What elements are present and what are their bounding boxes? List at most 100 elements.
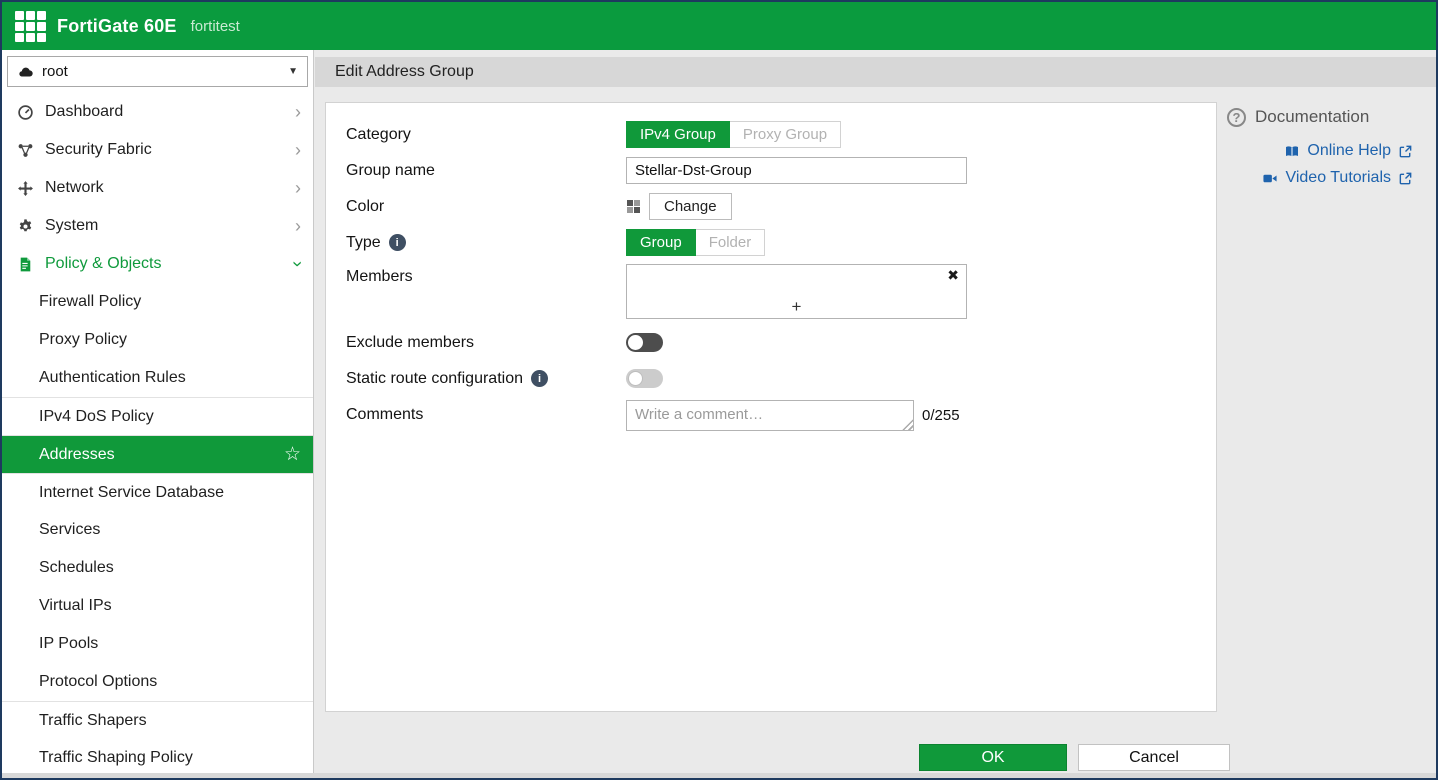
type-option-group[interactable]: Group (626, 229, 696, 256)
online-help-label: Online Help (1307, 142, 1391, 160)
sidebar-item-internet-service-database[interactable]: Internet Service Database (2, 473, 313, 511)
color-change-button[interactable]: Change (649, 193, 732, 220)
exclude-members-row: Exclude members (346, 328, 1216, 357)
type-option-folder[interactable]: Folder (696, 229, 766, 256)
documentation-panel: ? Documentation Online Help Video Tutori… (1227, 107, 1413, 187)
sidebar-item-ipv4-dos-policy[interactable]: IPv4 DoS Policy (2, 397, 313, 435)
sidebar: root ▼ Dashboard › Security Fabric › Net… (2, 50, 314, 778)
product-title: FortiGate 60E (57, 16, 177, 37)
sidebar-item-label: Authentication Rules (39, 369, 186, 387)
sidebar-item-network[interactable]: Network › (2, 169, 313, 207)
page-title-text: Edit Address Group (335, 63, 474, 81)
sidebar-item-policy-objects[interactable]: Policy & Objects › (2, 245, 313, 283)
sidebar-item-label: Policy & Objects (45, 255, 161, 273)
comments-counter: 0/255 (922, 407, 960, 424)
group-name-input[interactable] (626, 157, 967, 184)
book-icon (1284, 144, 1300, 159)
sidebar-item-label: Addresses (39, 446, 115, 464)
info-icon: i (531, 370, 548, 387)
sidebar-item-authentication-rules[interactable]: Authentication Rules (2, 359, 313, 397)
video-tutorials-label: Video Tutorials (1285, 169, 1391, 187)
hostname-label: fortitest (191, 18, 240, 35)
bottom-scrollbar-track[interactable] (2, 773, 1436, 778)
video-camera-icon (1262, 171, 1278, 186)
favorite-star-icon[interactable]: ☆ (284, 443, 301, 466)
vdom-selector[interactable]: root ▼ (7, 56, 308, 87)
chevron-right-icon: › (295, 179, 301, 197)
sidebar-item-virtual-ips[interactable]: Virtual IPs (2, 587, 313, 625)
static-route-toggle[interactable] (626, 369, 663, 388)
category-segment: IPv4 Group Proxy Group (626, 121, 841, 148)
group-name-label: Group name (346, 162, 626, 180)
static-route-row: Static route configuration i (346, 364, 1216, 393)
sidebar-item-label: Protocol Options (39, 673, 157, 691)
ok-button[interactable]: OK (919, 744, 1067, 771)
external-link-icon (1398, 144, 1413, 159)
exclude-members-label: Exclude members (346, 334, 626, 352)
policy-objects-icon (15, 256, 36, 273)
toggle-knob (628, 335, 643, 350)
sidebar-item-label: Network (45, 179, 104, 197)
online-help-link[interactable]: Online Help (1227, 142, 1413, 160)
dashboard-icon (15, 104, 36, 121)
external-link-icon (1398, 171, 1413, 186)
sidebar-item-label: Dashboard (45, 103, 123, 121)
sidebar-item-label: Virtual IPs (39, 597, 112, 615)
color-label: Color (346, 198, 626, 216)
clear-members-icon[interactable]: ✖ (947, 267, 959, 284)
video-tutorials-link[interactable]: Video Tutorials (1227, 169, 1413, 187)
sidebar-item-proxy-policy[interactable]: Proxy Policy (2, 321, 313, 359)
sidebar-item-services[interactable]: Services (2, 511, 313, 549)
category-option-proxy-group[interactable]: Proxy Group (730, 121, 841, 148)
sidebar-item-label: Firewall Policy (39, 293, 141, 311)
sidebar-item-firewall-policy[interactable]: Firewall Policy (2, 283, 313, 321)
cancel-button[interactable]: Cancel (1078, 744, 1230, 771)
color-row: Color Change (346, 192, 1216, 221)
cloud-icon (17, 65, 34, 78)
security-fabric-icon (15, 142, 36, 159)
question-circle-icon: ? (1227, 108, 1246, 127)
sidebar-item-security-fabric[interactable]: Security Fabric › (2, 131, 313, 169)
sidebar-item-traffic-shaping-policy[interactable]: Traffic Shaping Policy (2, 739, 313, 777)
sidebar-item-addresses[interactable]: Addresses ☆ (2, 435, 313, 473)
network-icon (15, 180, 36, 197)
documentation-heading: ? Documentation (1227, 107, 1413, 127)
sidebar-item-traffic-shapers[interactable]: Traffic Shapers (2, 701, 313, 739)
sidebar-item-ip-pools[interactable]: IP Pools (2, 625, 313, 663)
sidebar-item-system[interactable]: System › (2, 207, 313, 245)
sidebar-item-label: IP Pools (39, 635, 98, 653)
add-member-button[interactable]: + (627, 297, 966, 317)
sidebar-item-label: Schedules (39, 559, 114, 577)
category-label: Category (346, 126, 626, 144)
sidebar-item-label: IPv4 DoS Policy (39, 408, 154, 426)
comments-label: Comments (346, 406, 626, 424)
page-title: Edit Address Group (315, 57, 1436, 87)
comments-row: Comments 0/255 (346, 400, 1216, 431)
members-label: Members (346, 268, 626, 286)
sidebar-item-dashboard[interactable]: Dashboard › (2, 93, 313, 131)
sidebar-item-label: Services (39, 521, 100, 539)
sidebar-item-schedules[interactable]: Schedules (2, 549, 313, 587)
members-field[interactable]: ✖ + (626, 264, 967, 319)
sidebar-item-label: Security Fabric (45, 141, 152, 159)
sidebar-item-protocol-options[interactable]: Protocol Options (2, 663, 313, 701)
info-icon: i (389, 234, 406, 251)
type-row: Type i Group Folder (346, 228, 1216, 257)
static-route-label: Static route configuration i (346, 370, 626, 388)
sidebar-item-label: Traffic Shapers (39, 712, 147, 730)
comments-input[interactable] (626, 400, 914, 431)
color-swatch-icon (626, 199, 642, 215)
main-content: Edit Address Group Category IPv4 Group P… (315, 50, 1436, 778)
toggle-knob (628, 371, 643, 386)
vdom-label: root (42, 63, 68, 80)
chevron-right-icon: › (295, 103, 301, 121)
type-segment: Group Folder (626, 229, 765, 256)
sidebar-item-label: System (45, 217, 98, 235)
type-label: Type i (346, 234, 626, 252)
sidebar-item-label: Traffic Shaping Policy (39, 749, 193, 767)
gear-icon (15, 218, 36, 235)
category-option-ipv4-group[interactable]: IPv4 Group (626, 121, 730, 148)
chevron-expanded-icon: › (289, 261, 307, 267)
top-bar: FortiGate 60E fortitest (2, 2, 1436, 50)
exclude-members-toggle[interactable] (626, 333, 663, 352)
